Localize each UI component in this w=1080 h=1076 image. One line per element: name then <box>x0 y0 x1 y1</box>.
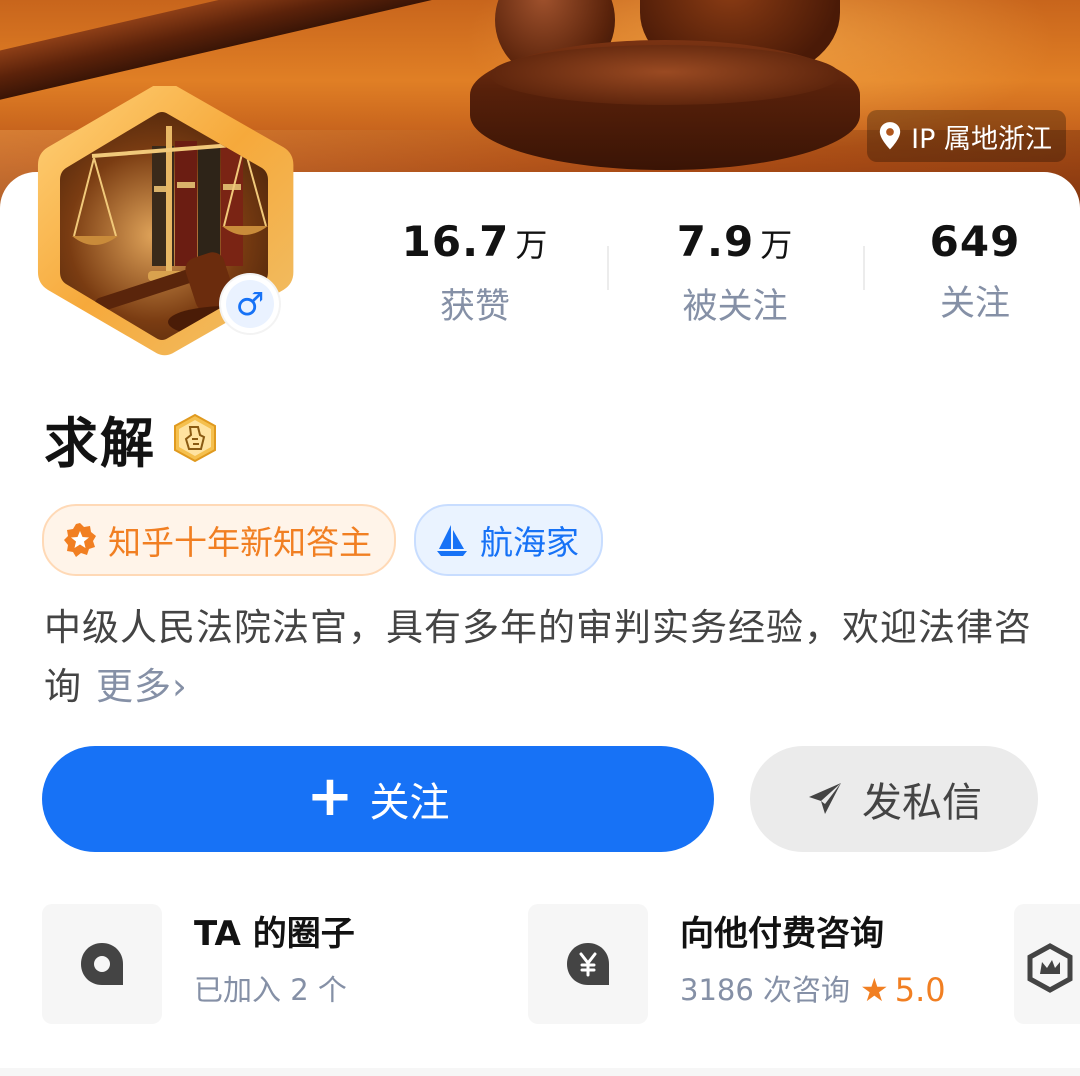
stat-likes[interactable]: 16.7 万 获赞 <box>350 212 600 337</box>
feature-paid-consult[interactable]: 向他付费咨询 3186 次咨询 ★ 5.0 <box>528 904 946 1024</box>
star-medal-icon <box>64 523 96 557</box>
paper-plane-icon <box>809 783 841 814</box>
avatar[interactable]: ♂ <box>32 86 304 358</box>
profile-badges: 知乎十年新知答主 航海家 <box>42 504 603 576</box>
stat-followers-unit: 万 <box>760 226 794 264</box>
hexagon-crown-icon <box>1027 943 1073 993</box>
stat-following-label: 关注 <box>939 284 1010 324</box>
stat-followers-label: 被关注 <box>682 287 788 327</box>
feature-consult-title: 向他付费咨询 <box>680 914 884 954</box>
ip-location-text: IP 属地浙江 <box>911 123 1052 155</box>
creator-level-icon[interactable] <box>170 413 220 463</box>
feature-consult-count: 3186 次咨询 <box>680 973 851 1007</box>
send-message-button[interactable]: 发私信 <box>750 746 1038 852</box>
feature-circles-subtitle: 已加入 2 个 <box>194 973 347 1007</box>
bio-more-link[interactable]: 更多› <box>96 665 188 708</box>
male-icon: ♂ <box>226 280 274 328</box>
feature-third-partial[interactable] <box>1014 904 1080 1024</box>
send-message-label: 发私信 <box>862 780 982 826</box>
consult-rating-value: 5.0 <box>894 971 946 1009</box>
stat-divider <box>607 246 609 290</box>
yuan-bubble-icon <box>567 943 609 985</box>
stat-following[interactable]: 649 关注 <box>850 212 1080 334</box>
sailboat-icon <box>437 525 467 556</box>
star-icon: ★ <box>860 971 889 1009</box>
consult-icon-box <box>528 904 648 1024</box>
badge-label: 知乎十年新知答主 <box>108 523 372 562</box>
stat-likes-label: 获赞 <box>439 287 510 327</box>
feature-circles[interactable]: TA 的圈子 已加入 2 个 <box>42 904 355 1024</box>
stat-following-value: 649 <box>929 217 1021 266</box>
follow-button[interactable]: + 关注 <box>42 746 714 852</box>
chat-bubble-icon <box>81 943 123 985</box>
ip-location-tag: IP 属地浙江 <box>867 110 1066 162</box>
location-pin-icon <box>879 122 901 150</box>
bio-text: 中级人民法院法官，具有多年的审判实务经验，欢迎法律咨询 <box>44 606 1032 708</box>
stat-followers[interactable]: 7.9 万 被关注 <box>610 212 860 337</box>
follow-button-label: 关注 <box>369 780 450 826</box>
stat-followers-value: 7.9 <box>676 217 755 266</box>
consult-rating: ★ 5.0 <box>860 960 946 1020</box>
profile-stats: 16.7 万 获赞 7.9 万 被关注 649 关注 <box>350 212 1080 332</box>
profile-name: 求解 <box>44 411 156 475</box>
badge-navigator[interactable]: 航海家 <box>414 504 603 576</box>
profile-bio: 中级人民法院法官，具有多年的审判实务经验，欢迎法律咨询 更多› <box>44 598 1034 716</box>
banner-sound-block-top <box>490 45 840 105</box>
stat-likes-unit: 万 <box>515 226 549 264</box>
feature-circles-title: TA 的圈子 <box>194 914 355 954</box>
badge-label: 航海家 <box>480 523 579 562</box>
circle-icon-box <box>42 904 162 1024</box>
gender-badge: ♂ <box>221 275 279 333</box>
profile-name-row: 求解 <box>44 402 220 475</box>
stat-likes-value: 16.7 <box>401 217 510 266</box>
badge-zhihu-ten-years[interactable]: 知乎十年新知答主 <box>42 504 396 576</box>
section-divider <box>0 1068 1080 1076</box>
plus-icon: + <box>306 764 354 829</box>
